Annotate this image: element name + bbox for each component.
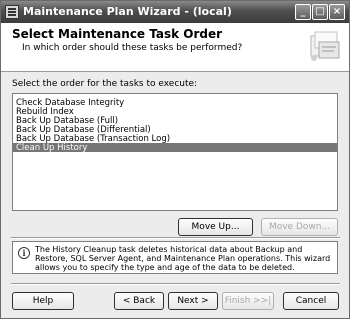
- close-button[interactable]: ×: [329, 4, 345, 20]
- move-up-button[interactable]: Move Up...: [178, 218, 253, 236]
- info-icon: i: [18, 247, 30, 259]
- task-description-box: i The History Cleanup task deletes histo…: [12, 241, 338, 274]
- help-button[interactable]: Help: [12, 292, 74, 310]
- minimize-button[interactable]: _: [295, 4, 311, 20]
- wizard-graphic-icon: [310, 31, 340, 61]
- separator: [11, 283, 340, 285]
- order-instruction: Select the order for the tasks to execut…: [12, 79, 198, 89]
- maximize-button[interactable]: □: [312, 4, 328, 20]
- title-bar[interactable]: Maintenance Plan Wizard - (local) _ □ ×: [1, 1, 349, 23]
- separator: [11, 237, 340, 239]
- app-icon: [5, 5, 19, 19]
- task-order-list[interactable]: Check Database Integrity Rebuild Index B…: [12, 93, 338, 211]
- page-title: Select Maintenance Task Order: [12, 27, 223, 41]
- finish-button[interactable]: Finish >>|: [222, 292, 274, 310]
- cancel-button[interactable]: Cancel: [283, 292, 339, 310]
- back-button[interactable]: < Back: [114, 292, 164, 310]
- wizard-window: Maintenance Plan Wizard - (local) _ □ × …: [0, 0, 350, 319]
- task-description: The History Cleanup task deletes histori…: [35, 245, 331, 272]
- next-button[interactable]: Next >: [168, 292, 218, 310]
- task-item[interactable]: Back Up Database (Transaction Log): [13, 134, 337, 144]
- window-title: Maintenance Plan Wizard - (local): [23, 5, 232, 18]
- task-item[interactable]: Back Up Database (Differential): [13, 125, 337, 135]
- page-subtitle: In which order should these tasks be per…: [22, 43, 243, 53]
- wizard-header: Select Maintenance Task Order In which o…: [1, 23, 349, 72]
- task-item[interactable]: Back Up Database (Full): [13, 116, 337, 126]
- task-item-selected[interactable]: Clean Up History: [13, 143, 337, 153]
- move-down-button[interactable]: Move Down...: [261, 218, 338, 236]
- task-item[interactable]: Rebuild Index: [13, 107, 337, 117]
- task-item[interactable]: Check Database Integrity: [13, 98, 337, 108]
